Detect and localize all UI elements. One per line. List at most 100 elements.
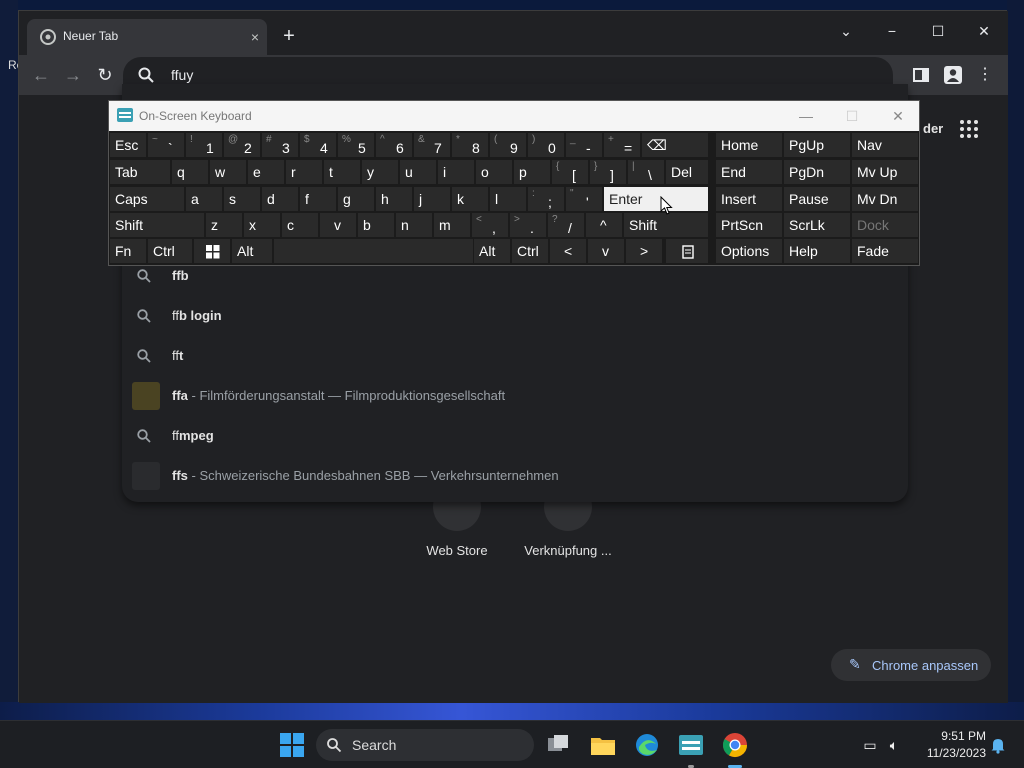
osk-key-y[interactable]: y — [361, 159, 399, 185]
osk-key-g[interactable]: g — [337, 186, 375, 212]
network-icon[interactable]: ▭ — [860, 735, 880, 755]
osk-key-j[interactable]: j — [413, 186, 451, 212]
osk-key-space[interactable] — [273, 238, 495, 264]
osk-key-2[interactable]: @2 — [223, 132, 261, 158]
osk-key-b[interactable]: b — [357, 212, 395, 238]
task-view-icon[interactable] — [542, 729, 574, 761]
suggestion-row[interactable]: ffa - Filmförderungsanstalt — Filmproduk… — [122, 376, 908, 416]
osk-key-\[interactable]: | \ — [627, 159, 665, 185]
osk-close-button[interactable]: ✕ — [875, 101, 921, 131]
new-tab-button[interactable]: + — [277, 25, 301, 49]
side-panel-icon[interactable] — [911, 65, 931, 85]
osk-key-prtscn[interactable]: PrtScn — [715, 212, 783, 238]
osk-key-h[interactable]: h — [375, 186, 413, 212]
osk-key-tab[interactable]: Tab — [109, 159, 171, 185]
osk-key-7[interactable]: & 7 — [413, 132, 451, 158]
osk-key-alt[interactable]: Alt — [231, 238, 273, 264]
windows-start-icon[interactable] — [276, 729, 308, 761]
osk-key-6[interactable]: ^ 6 — [375, 132, 413, 158]
osk-key-ctrl[interactable]: Ctrl — [147, 238, 193, 264]
osk-key-n[interactable]: n — [395, 212, 433, 238]
osk-key-;[interactable]: :; — [527, 186, 565, 212]
osk-key-s[interactable]: s — [223, 186, 261, 212]
edge-browser-icon[interactable] — [631, 729, 663, 761]
osk-key-i[interactable]: i — [437, 159, 475, 185]
tab-neuer-tab[interactable]: Neuer Tab × — [27, 19, 267, 55]
osk-key-9[interactable]: (9 — [489, 132, 527, 158]
tab-close-icon[interactable]: × — [245, 27, 265, 47]
back-arrow-icon[interactable]: ← — [29, 63, 53, 87]
close-window-button[interactable]: ✕ — [969, 17, 999, 45]
osk-key-pause[interactable]: Pause — [783, 186, 851, 212]
forward-arrow-icon[interactable]: → — [61, 63, 85, 87]
osk-key-k[interactable]: k — [451, 186, 489, 212]
file-explorer-icon[interactable] — [587, 729, 619, 761]
chrome-taskbar-icon[interactable] — [719, 729, 751, 761]
osk-key-c[interactable]: c — [281, 212, 319, 238]
osk-key-shift[interactable]: Shift — [109, 212, 205, 238]
osk-key-u[interactable]: u — [399, 159, 437, 185]
osk-key-v[interactable]: v — [319, 212, 357, 238]
osk-key-fade[interactable]: Fade — [851, 238, 919, 264]
shortcut-label-add[interactable]: Verknüpfung ... — [508, 543, 628, 558]
osk-key-5[interactable]: % 5 — [337, 132, 375, 158]
osk-key-o[interactable]: o — [475, 159, 513, 185]
osk-key-/[interactable]: ? / — [547, 212, 585, 238]
osk-key-t[interactable]: t — [323, 159, 361, 185]
osk-key-4[interactable]: $4 — [299, 132, 337, 158]
tab-search-icon[interactable]: ⌄ — [831, 17, 861, 45]
osk-key-,[interactable]: <, — [471, 212, 509, 238]
osk-key-'[interactable]: " ' — [565, 186, 603, 212]
osk-key-w[interactable]: w — [209, 159, 247, 185]
osk-key-r[interactable]: r — [285, 159, 323, 185]
osk-key-a[interactable]: a — [185, 186, 223, 212]
osk-key--[interactable]: _ - — [565, 132, 603, 158]
osk-key-dock[interactable]: Dock — [851, 212, 919, 238]
osk-key-.[interactable]: >. — [509, 212, 547, 238]
suggestion-row[interactable]: ffmpeg — [122, 416, 908, 456]
ntp-header-link[interactable]: der — [923, 121, 943, 136]
osk-key-mv-dn[interactable]: Mv Dn — [851, 186, 919, 212]
minimize-button[interactable]: − — [877, 17, 907, 45]
clock-time[interactable]: 9:51 PM — [926, 729, 986, 743]
osk-key-8[interactable]: * 8 — [451, 132, 489, 158]
osk-key-options[interactable]: Options — [715, 238, 783, 264]
osk-maximize-button[interactable]: ☐ — [829, 101, 875, 131]
apps-grid-icon[interactable] — [959, 119, 979, 139]
osk-key-windows[interactable] — [193, 238, 231, 264]
osk-key-insert[interactable]: Insert — [715, 186, 783, 212]
osk-key-⌫[interactable]: ⌫ — [641, 132, 709, 158]
osk-key-end[interactable]: End — [715, 159, 783, 185]
customize-chrome-button[interactable]: ✎ Chrome anpassen — [831, 649, 991, 681]
osk-taskbar-icon[interactable] — [675, 729, 707, 761]
osk-key-fn[interactable]: Fn — [109, 238, 147, 264]
osk-key-<[interactable]: < — [549, 238, 587, 264]
suggestion-row[interactable]: ffs - Schweizerische Bundesbahnen SBB — … — [122, 456, 908, 496]
osk-titlebar[interactable]: On-Screen Keyboard — ☐ ✕ — [109, 101, 919, 131]
osk-key-p[interactable]: p — [513, 159, 551, 185]
osk-key-z[interactable]: z — [205, 212, 243, 238]
suggestion-row[interactable]: ffb login — [122, 296, 908, 336]
maximize-button[interactable]: ☐ — [923, 17, 953, 45]
osk-key-^[interactable]: ^ — [585, 212, 623, 238]
suggestion-row[interactable]: fft — [122, 336, 908, 376]
notification-bell-icon[interactable] — [988, 735, 1008, 755]
reload-icon[interactable]: ↻ — [93, 63, 117, 87]
taskbar-search-box[interactable]: Search — [316, 729, 534, 761]
menu-kebab-icon[interactable]: ⋮ — [975, 65, 995, 85]
osk-key-`[interactable]: ~ ` — [147, 132, 185, 158]
osk-key-v[interactable]: v — [587, 238, 625, 264]
osk-key-scrlk[interactable]: ScrLk — [783, 212, 851, 238]
osk-key-mv-up[interactable]: Mv Up — [851, 159, 919, 185]
osk-key-nav[interactable]: Nav — [851, 132, 919, 158]
osk-key-caps[interactable]: Caps — [109, 186, 185, 212]
osk-key-][interactable]: }] — [589, 159, 627, 185]
osk-key-f[interactable]: f — [299, 186, 337, 212]
osk-key-pgup[interactable]: PgUp — [783, 132, 851, 158]
osk-key-d[interactable]: d — [261, 186, 299, 212]
clock-date[interactable]: 11/23/2023 — [906, 746, 986, 760]
osk-key-e[interactable]: e — [247, 159, 285, 185]
osk-key-alt[interactable]: Alt — [473, 238, 511, 264]
osk-key-1[interactable]: ! 1 — [185, 132, 223, 158]
osk-key-ctrl[interactable]: Ctrl — [511, 238, 549, 264]
